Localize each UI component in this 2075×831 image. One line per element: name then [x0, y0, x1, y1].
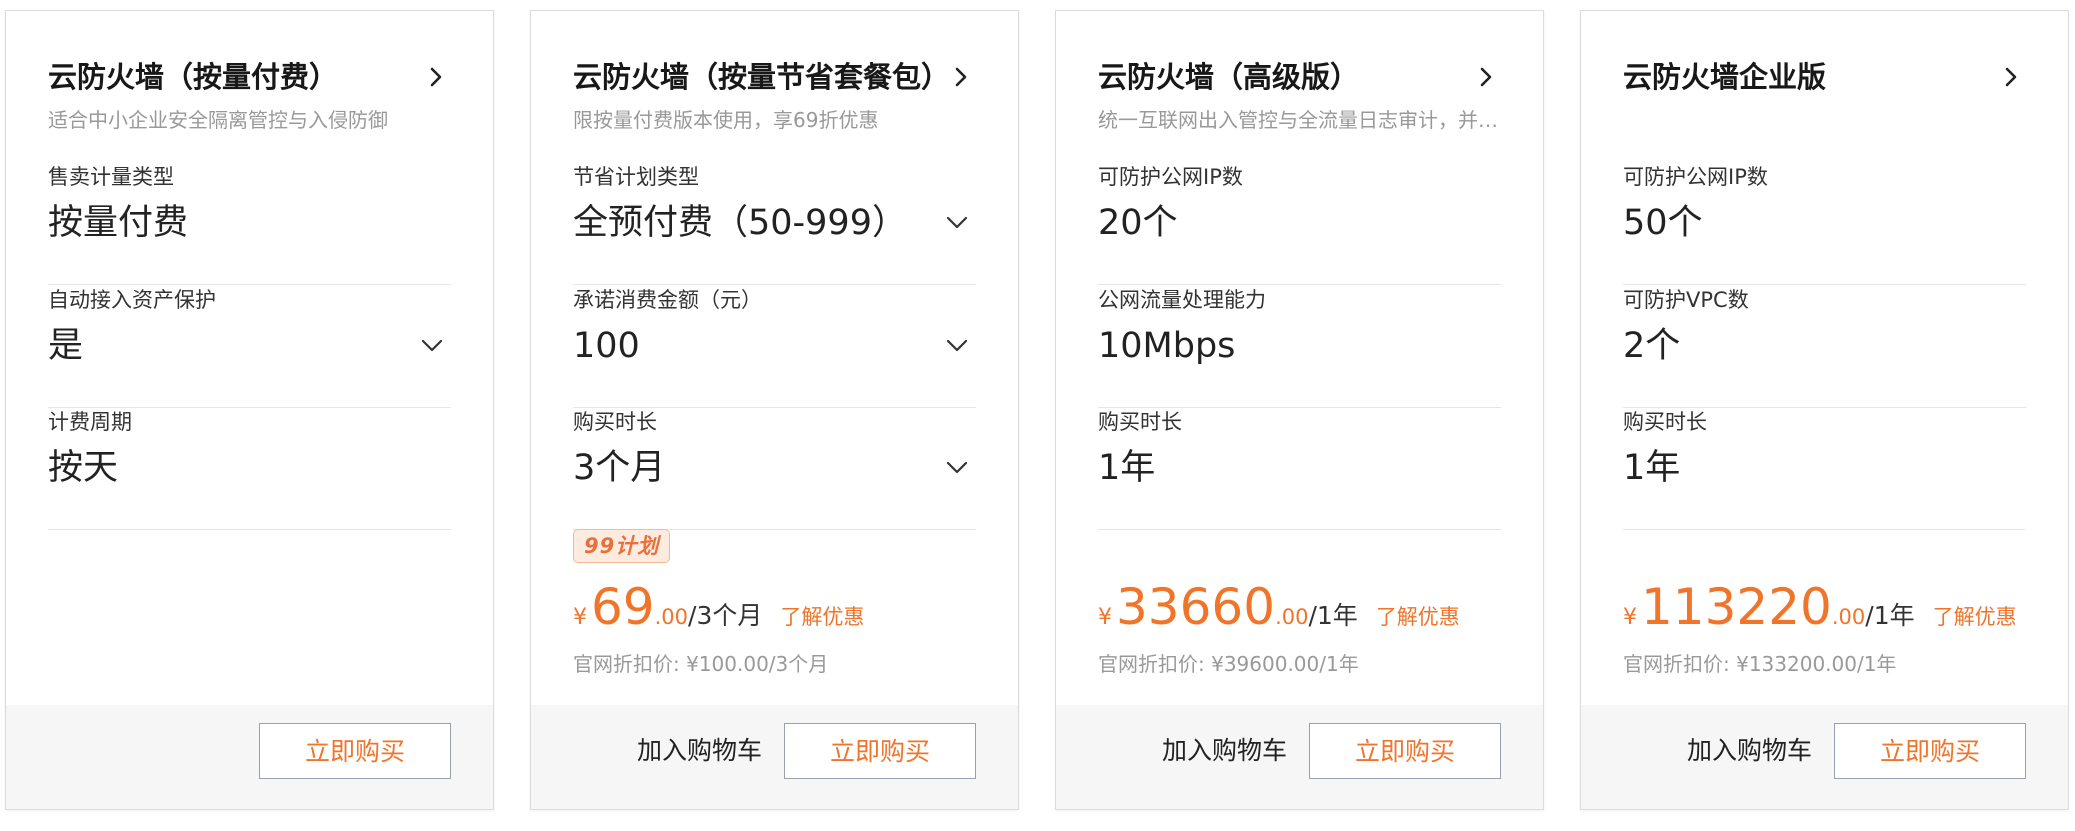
buy-now-button[interactable]: 立即购买 — [784, 723, 976, 779]
spec-value[interactable]: 全预付费（50-999） — [573, 199, 907, 247]
chevron-down-icon[interactable] — [944, 456, 970, 480]
add-to-cart-button[interactable]: 加入购物车 — [1687, 723, 1812, 779]
spec-value[interactable]: 100 — [573, 322, 640, 370]
spec-field: 购买时长 1年 — [1098, 408, 1501, 530]
original-price: 官网折扣价: ¥100.00/3个月 — [573, 652, 829, 676]
chevron-right-icon[interactable] — [1998, 59, 2026, 95]
card-header: 云防火墙（按量节省套餐包） 限按量付费版本使用，享69折优惠 — [573, 49, 976, 135]
spec-value[interactable]: 是 — [48, 322, 83, 370]
card-footer: 加入购物车 立即购买 — [1581, 705, 2068, 809]
spec-label: 可防护公网IP数 — [1623, 165, 1768, 189]
spec-value: 10Mbps — [1098, 326, 1236, 366]
price: ¥33660.00/1年 了解优惠 — [1098, 577, 1460, 637]
product-card: 云防火墙（高级版） 统一互联网出入管控与全流量日志审计，并支持告警与策略的综合防护… — [1055, 10, 1544, 810]
original-price: 官网折扣价: ¥39600.00/1年 — [1098, 652, 1359, 676]
spec-field: 售卖计量类型按量付费 — [48, 163, 451, 285]
price-currency: ¥ — [1623, 605, 1637, 630]
spec-value: 1年 — [1623, 448, 1681, 488]
price-amount: 113220 — [1641, 578, 1832, 636]
spec-value: 按量付费 — [48, 203, 189, 243]
promo-link[interactable]: 了解优惠 — [1933, 601, 2017, 631]
product-title[interactable]: 云防火墙（高级版） — [1098, 49, 1501, 105]
chevron-right-icon[interactable] — [1473, 59, 1501, 95]
product-subtitle: 统一互联网出入管控与全流量日志审计，并支持告警与策略的综合防护 — [1098, 108, 1501, 132]
spec-label: 购买时长 — [1623, 410, 1707, 434]
price-amount: 69 — [591, 578, 655, 636]
spec-label: 购买时长 — [1098, 410, 1182, 434]
product-card: 云防火墙企业版可防护公网IP数 50个可防护VPC数 2个购买时长 1年 ¥113220… — [1580, 10, 2069, 810]
card-header: 云防火墙（高级版） 统一互联网出入管控与全流量日志审计，并支持告警与策略的综合防护 — [1098, 49, 1501, 135]
spec-label: 计费周期 — [48, 410, 132, 434]
card-footer: 立即购买 — [6, 705, 493, 809]
spec-label: 承诺消费金额（元） — [573, 288, 762, 312]
chevron-right-icon[interactable] — [948, 59, 976, 95]
buy-now-button[interactable]: 立即购买 — [259, 723, 451, 779]
spec-select[interactable]: 购买时长 3个月 — [573, 408, 976, 530]
spec-field: 公网流量处理能力 10Mbps — [1098, 286, 1501, 408]
product-subtitle: 适合中小企业安全隔离管控与入侵防御 — [48, 108, 388, 132]
product-card: 云防火墙（按量付费） 适合中小企业安全隔离管控与入侵防御 售卖计量类型按量付费自动接… — [5, 10, 494, 810]
spec-label: 购买时长 — [573, 410, 657, 434]
price-currency: ¥ — [573, 605, 587, 630]
add-to-cart-button[interactable]: 加入购物车 — [637, 723, 762, 779]
spec-label: 售卖计量类型 — [48, 165, 174, 189]
price-amount: 33660 — [1116, 578, 1276, 636]
promo-link[interactable]: 了解优惠 — [780, 601, 864, 631]
card-footer: 加入购物车 立即购买 — [1056, 705, 1543, 809]
price: ¥113220.00/1年 了解优惠 — [1623, 577, 2017, 637]
chevron-down-icon[interactable] — [944, 334, 970, 358]
price-unit: /1年 — [1865, 601, 1915, 630]
product-card: 云防火墙（按量节省套餐包） 限按量付费版本使用，享69折优惠 节省计划类型全预付费（… — [530, 10, 1019, 810]
product-title[interactable]: 云防火墙（按量节省套餐包） — [573, 49, 976, 105]
buy-now-button[interactable]: 立即购买 — [1309, 723, 1501, 779]
spec-label: 自动接入资产保护 — [48, 288, 216, 312]
spec-value: 50个 — [1623, 203, 1703, 243]
price-unit: /1年 — [1308, 601, 1358, 630]
card-footer: 加入购物车 立即购买 — [531, 705, 1018, 809]
spec-label: 可防护VPC数 — [1623, 288, 1749, 312]
chevron-right-icon[interactable] — [423, 59, 451, 95]
spec-value[interactable]: 3个月 — [573, 444, 665, 492]
spec-field: 可防护公网IP数 20个 — [1098, 163, 1501, 285]
card-header: 云防火墙企业版 — [1623, 49, 2026, 135]
spec-value: 20个 — [1098, 203, 1178, 243]
spec-label: 公网流量处理能力 — [1098, 288, 1266, 312]
price-decimal: .00 — [654, 605, 689, 629]
spec-select[interactable]: 节省计划类型全预付费（50-999） — [573, 163, 976, 285]
price-unit: /3个月 — [688, 601, 763, 630]
chevron-down-icon[interactable] — [419, 334, 445, 358]
spec-field: 可防护公网IP数 50个 — [1623, 163, 2026, 285]
spec-field: 计费周期 按天 — [48, 408, 451, 530]
spec-select[interactable]: 自动接入资产保护是 — [48, 286, 451, 408]
spec-field: 可防护VPC数 2个 — [1623, 286, 2026, 408]
spec-field: 购买时长 1年 — [1623, 408, 2026, 530]
spec-value: 按天 — [48, 448, 119, 488]
plan-badge: 99计划 — [573, 529, 671, 563]
product-title[interactable]: 云防火墙企业版 — [1623, 49, 2026, 105]
price-currency: ¥ — [1098, 605, 1112, 630]
spec-label: 可防护公网IP数 — [1098, 165, 1243, 189]
spec-value: 2个 — [1623, 326, 1681, 366]
product-subtitle — [1623, 105, 2026, 135]
original-price: 官网折扣价: ¥133200.00/1年 — [1623, 652, 1897, 676]
price-decimal: .00 — [1831, 605, 1866, 629]
card-header: 云防火墙（按量付费） 适合中小企业安全隔离管控与入侵防御 — [48, 49, 451, 135]
spec-select[interactable]: 承诺消费金额（元） 100 — [573, 286, 976, 408]
price: ¥69.00/3个月 了解优惠 — [573, 577, 864, 637]
chevron-down-icon[interactable] — [944, 211, 970, 235]
product-subtitle: 限按量付费版本使用，享69折优惠 — [573, 108, 879, 132]
spec-value: 1年 — [1098, 448, 1156, 488]
add-to-cart-button[interactable]: 加入购物车 — [1162, 723, 1287, 779]
promo-link[interactable]: 了解优惠 — [1376, 601, 1460, 631]
price-decimal: .00 — [1275, 605, 1309, 629]
spec-label: 节省计划类型 — [573, 165, 699, 189]
product-title[interactable]: 云防火墙（按量付费） — [48, 49, 451, 105]
buy-now-button[interactable]: 立即购买 — [1834, 723, 2026, 779]
